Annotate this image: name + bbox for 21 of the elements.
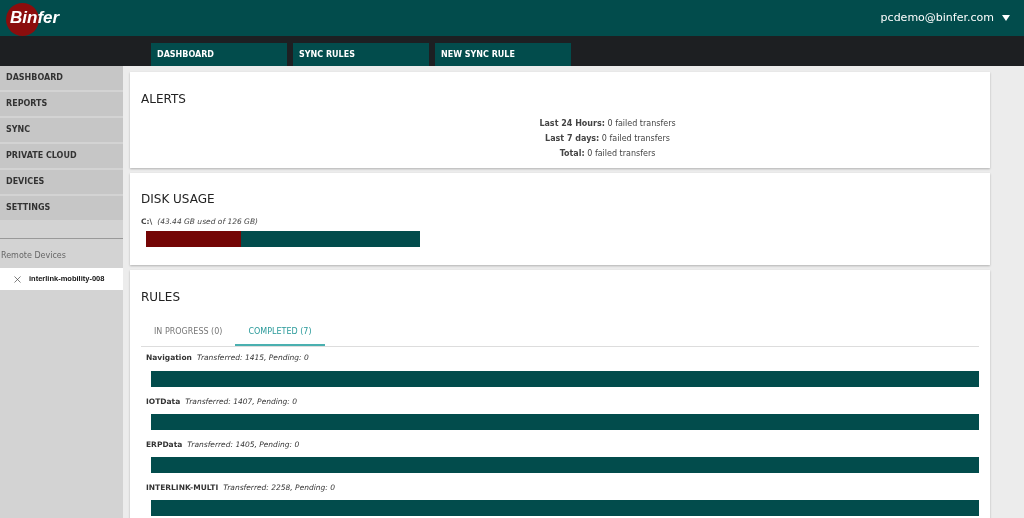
alert-line: Last 24 Hours: 0 failed transfers (539, 118, 676, 130)
rules-tab[interactable]: IN PROGRESS (0) (141, 320, 236, 347)
sidebar-item[interactable]: SYNC (0, 118, 123, 142)
nav-tab[interactable]: NEW SYNC RULE (435, 43, 571, 66)
alert-line: Total: 0 failed transfers (559, 148, 656, 160)
sidebar-item[interactable]: SETTINGS (0, 196, 123, 220)
card-title: DISK USAGE (141, 191, 216, 208)
sidebar-item[interactable]: DASHBOARD (0, 66, 123, 90)
nav-tab[interactable]: SYNC RULES (293, 43, 429, 66)
user-menu[interactable]: pcdemo@binfer.com (880, 9, 994, 27)
sidebar-item[interactable]: DEVICES (0, 170, 123, 194)
caret-icon[interactable] (1002, 15, 1010, 21)
sidebar-item[interactable]: PRIVATE CLOUD (0, 144, 123, 168)
close-icon[interactable] (12, 273, 23, 285)
card-title: RULES (141, 289, 181, 307)
card-title: ALERTS (141, 91, 187, 108)
alert-line: Last 7 days: 0 failed transfers (545, 133, 670, 145)
nav-tab[interactable]: DASHBOARD (151, 43, 287, 66)
section-label: Remote Devices (0, 250, 67, 262)
rules-tab[interactable]: COMPLETED (7) (235, 320, 325, 347)
sidebar-item[interactable]: REPORTS (0, 92, 123, 116)
